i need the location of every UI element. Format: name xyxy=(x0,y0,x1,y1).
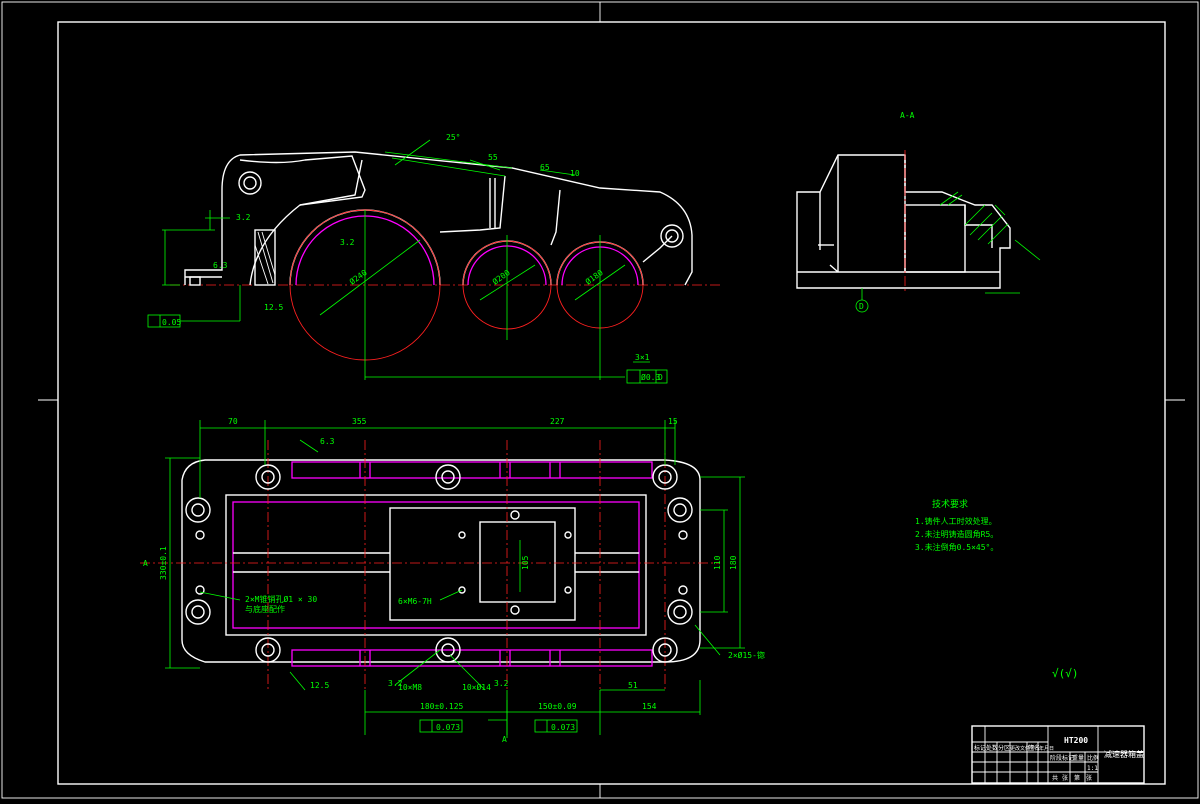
front-roughness-1: 3.2 xyxy=(236,213,251,222)
plan-top-dim-1: 70 xyxy=(228,417,238,426)
plan-right-dim-1: 110 xyxy=(713,555,722,570)
plan-top-dim-2: 355 xyxy=(352,417,367,426)
front-label-3x1: 3×1 xyxy=(635,353,650,362)
plan-parallel-tol-2: 0.073 xyxy=(551,723,575,732)
plan-dim-105: 105 xyxy=(521,555,530,570)
front-position-datum: D xyxy=(658,373,663,382)
title-row-label-1: 标记 xyxy=(974,744,986,752)
general-roughness-symbol: √(√) xyxy=(1052,667,1079,680)
front-bore-dim-1: Ø240 xyxy=(347,267,369,287)
title-row-label-2: 处数 xyxy=(986,744,998,752)
plan-datum-top: A xyxy=(143,559,148,568)
front-roughness-4: 3.2 xyxy=(340,238,355,247)
plan-roughness-3: 3.2 xyxy=(388,679,403,688)
tech-req-item-1: 1.铸件人工时效处理。 xyxy=(915,516,997,526)
plan-dim-51: 51 xyxy=(628,681,638,690)
front-bore-dim-3: Ø180 xyxy=(583,267,605,287)
plan-note-right: 2×Ø15-锪 xyxy=(728,650,765,660)
section-datum-letter: D xyxy=(859,302,864,311)
title-part-name: 减速器箱盖 xyxy=(1104,749,1144,759)
title-stage-label-3: 比例 xyxy=(1087,754,1099,762)
plan-bottom-dim-1: 180±0.125 xyxy=(420,702,464,711)
plan-left-height: 330±0.1 xyxy=(159,546,168,580)
section-view xyxy=(796,150,1041,313)
tech-req-title: 技术要求 xyxy=(932,498,968,510)
front-dim-10: 10 xyxy=(570,169,580,178)
plan-right-dim-2: 180 xyxy=(729,555,738,570)
plan-note-left: 2×M锥销孔Ø1 × 30 与底座配作 xyxy=(245,594,317,614)
front-roughness-3: 12.5 xyxy=(264,303,283,312)
plan-top-dim-3: 227 xyxy=(550,417,565,426)
front-bore-dim-2: Ø200 xyxy=(490,267,512,287)
front-flatness-value: 0.05 xyxy=(162,318,181,327)
tech-req-item-2: 2.未注明铸造圆角R5。 xyxy=(915,529,998,539)
plan-view xyxy=(140,420,745,738)
front-dim-65: 65 xyxy=(540,163,550,172)
plan-roughness-2: 12.5 xyxy=(310,681,329,690)
cad-drawing-canvas: 25° 55 65 10 3.2 6.3 12.5 3.2 Ø240 Ø200 … xyxy=(1,1,1199,799)
title-row-label-3: 分区 xyxy=(998,744,1010,752)
title-bottom-label-3: 第 xyxy=(1074,774,1080,782)
section-label: A-A xyxy=(900,111,915,120)
plan-parallel-tol-1: 0.073 xyxy=(436,723,460,732)
title-stage-label-2: 重量 xyxy=(1072,754,1084,762)
plan-datum-bottom: A xyxy=(502,735,507,744)
title-drawing-no: HT200 xyxy=(1064,736,1088,745)
tech-req-item-3: 3.未注倒角0.5×45°。 xyxy=(915,542,998,552)
title-bottom-label-1: 共 xyxy=(1052,774,1058,782)
title-bottom-label-2: 张 xyxy=(1062,774,1068,782)
plan-note-center: 6×M6-7H xyxy=(398,597,432,606)
plan-roughness-1: 6.3 xyxy=(320,437,335,446)
cad-drawing-viewport[interactable]: 25° 55 65 10 3.2 6.3 12.5 3.2 Ø240 Ø200 … xyxy=(0,0,1200,800)
plan-bottom-dim-2: 150±0.09 xyxy=(538,702,577,711)
title-stage-label-1: 阶段标记 xyxy=(1050,754,1074,762)
front-dim-55: 55 xyxy=(488,153,498,162)
title-ratio: 1:1 xyxy=(1087,765,1098,772)
plan-top-dim-4: 15 xyxy=(668,417,678,426)
plan-callout-2: 10×Ø14 xyxy=(462,682,491,692)
plan-roughness-4: 3.2 xyxy=(494,679,509,688)
front-roughness-2: 6.3 xyxy=(213,261,228,270)
front-view xyxy=(147,139,720,384)
title-bottom-label-4: 张 xyxy=(1086,774,1092,782)
front-top-angle: 25° xyxy=(446,133,460,142)
plan-bottom-dim-3: 154 xyxy=(642,702,657,711)
title-row-label-6: 年月日 xyxy=(1039,745,1054,752)
